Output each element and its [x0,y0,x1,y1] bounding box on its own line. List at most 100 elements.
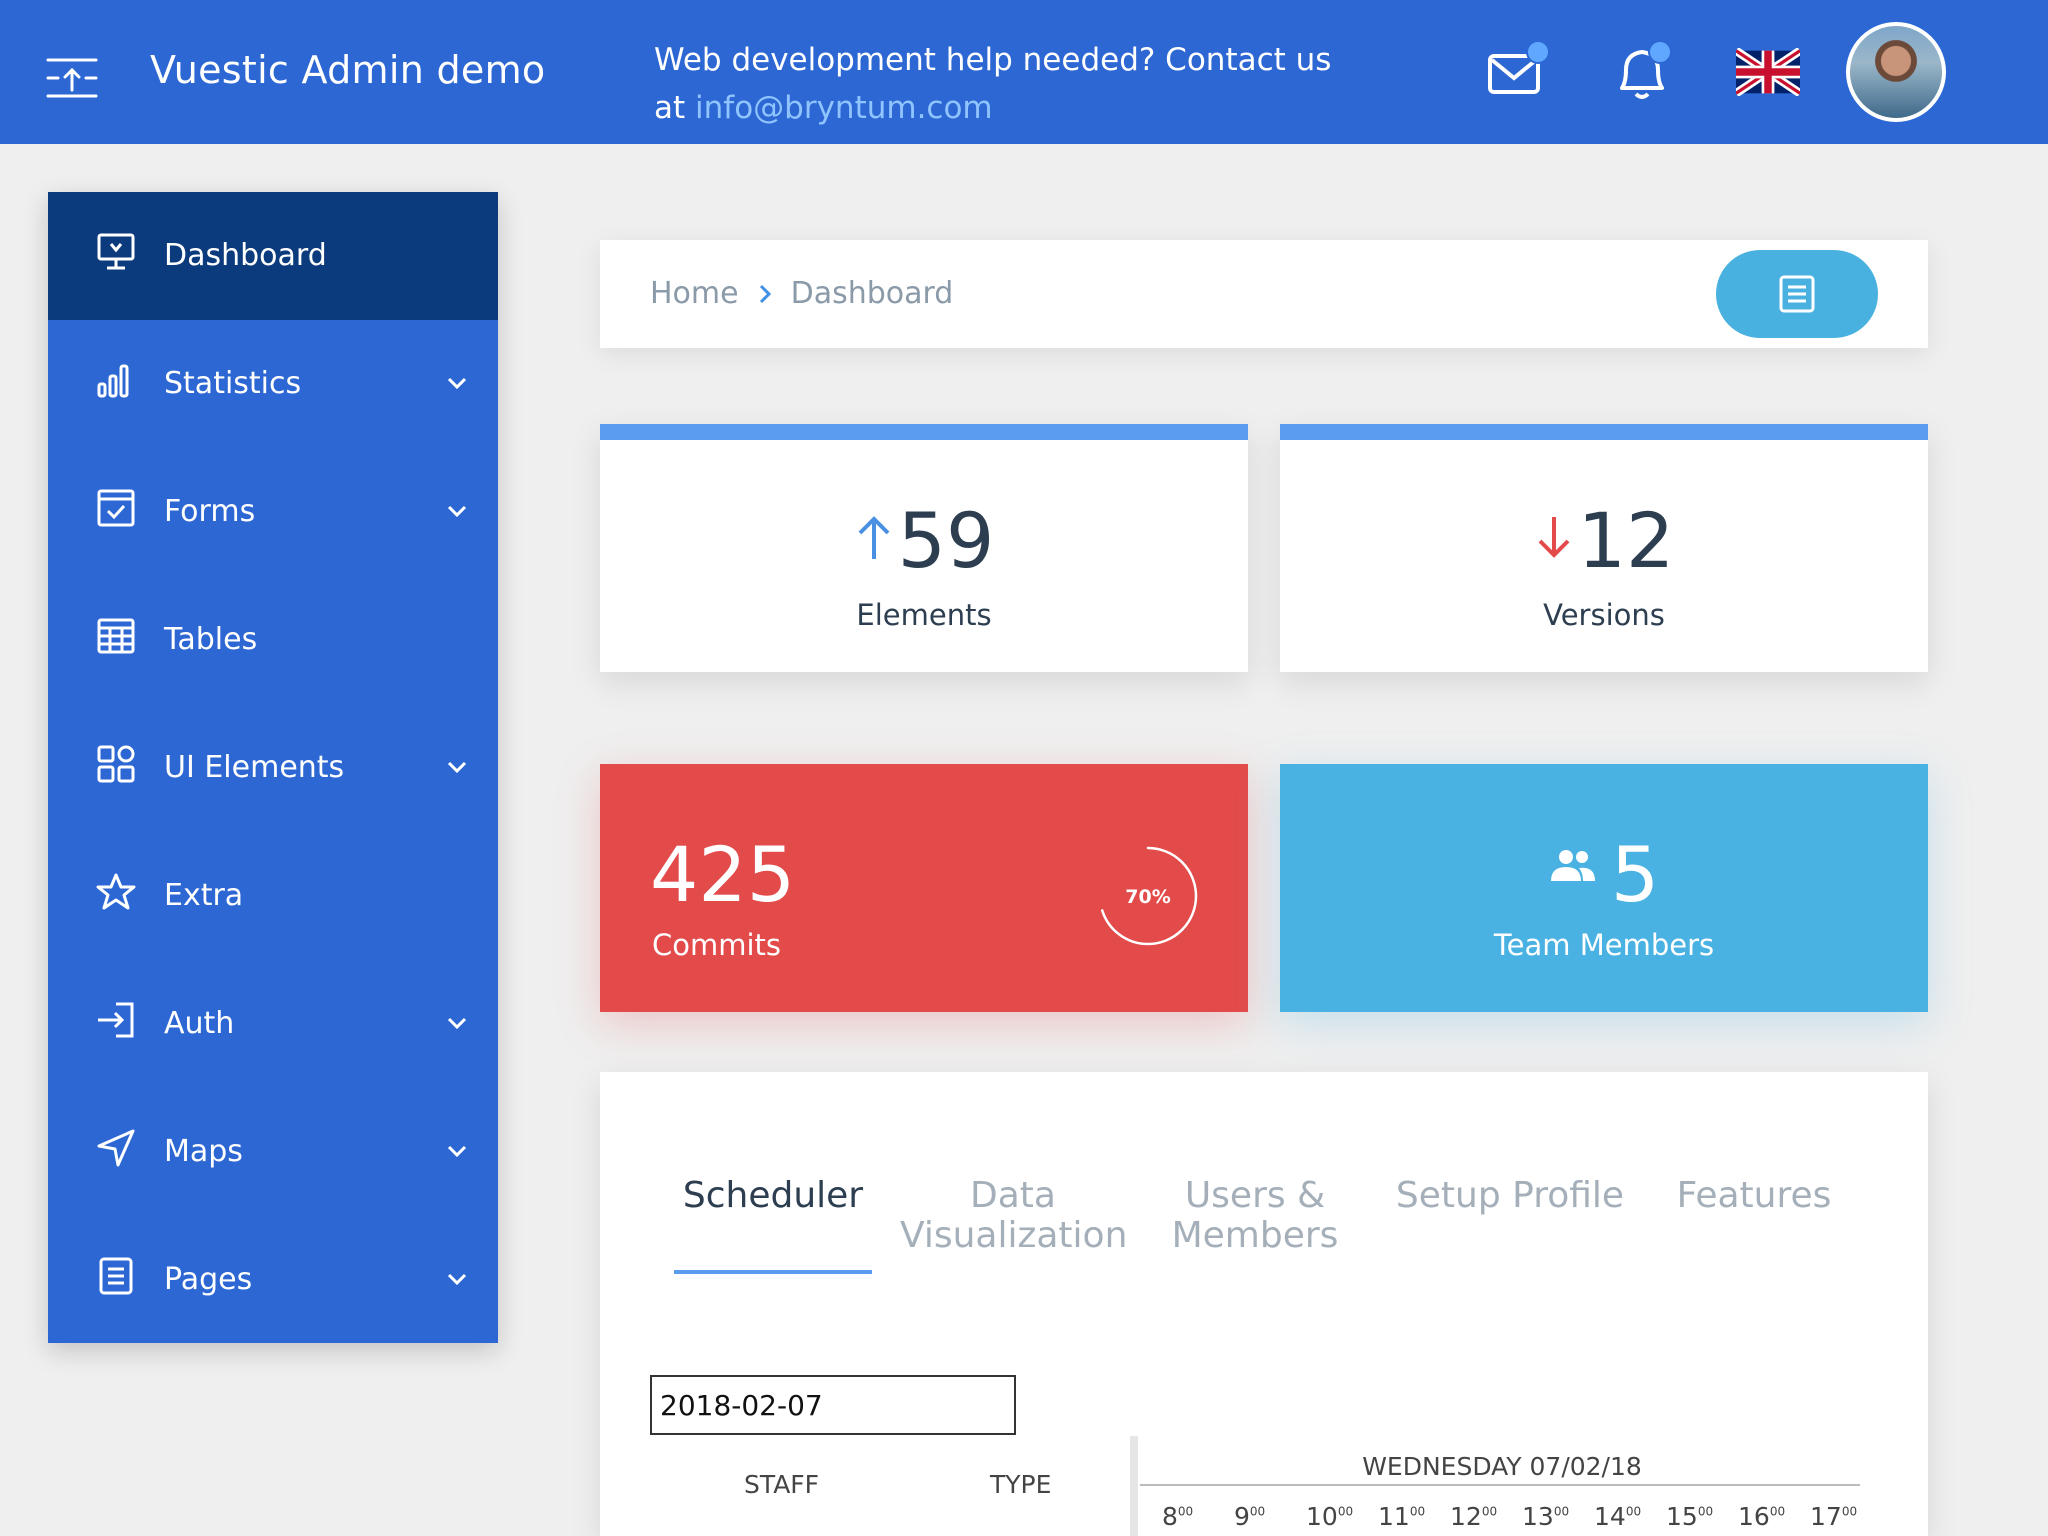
commits-progress-ring: 70% [1098,846,1198,946]
hour-number: 11 [1378,1502,1410,1531]
sidebar-item-label: Pages [164,1262,253,1297]
hour-number: 10 [1306,1502,1338,1531]
chevron-down-icon [447,1273,467,1286]
sidebar-item-tables[interactable]: Tables [48,576,498,704]
commits-label: Commits [652,928,782,962]
hour-header: 1700 [1810,1502,1857,1531]
hour-minutes: 00 [1337,1504,1354,1519]
breadcrumb-bar: Home Dashboard [600,240,1928,348]
hour-number: 16 [1738,1502,1770,1531]
elements-value: 59 [897,496,995,585]
hour-number: 15 [1666,1502,1698,1531]
chevron-down-icon [447,1145,467,1158]
scheduler-date-input[interactable] [650,1375,1016,1435]
hour-minutes: 00 [1841,1504,1858,1519]
help-message: Web development help needed? Contact us … [654,36,1331,132]
notifications-button[interactable] [1612,40,1672,100]
team-card: 5 Team Members [1280,764,1928,1012]
sidebar-item-pages[interactable]: Pages [48,1216,498,1344]
hour-minutes: 00 [1177,1504,1194,1519]
hour-minutes: 00 [1697,1504,1714,1519]
chevron-down-icon [447,1017,467,1030]
hour-number: 8 [1162,1502,1178,1531]
hour-header: 900 [1234,1502,1265,1531]
hour-number: 14 [1594,1502,1626,1531]
breadcrumb-home-link[interactable]: Home [650,276,739,311]
tab-scheduler[interactable]: Scheduler [660,1176,886,1216]
hour-header: 1100 [1378,1502,1425,1531]
hour-header: 1500 [1666,1502,1713,1531]
navigation-icon [97,1129,135,1167]
hour-minutes: 00 [1409,1504,1426,1519]
commits-card: 425 Commits 70% [600,764,1248,1012]
column-header-type[interactable]: TYPE [990,1470,1051,1499]
top-bar: Vuestic Admin demo Web development help … [0,0,2048,144]
uk-flag-icon[interactable] [1736,48,1800,96]
sidebar-item-label: UI Elements [164,750,345,785]
help-at: at [654,90,686,126]
sidebar: Dashboard Statistics Forms Tables UI Ele… [48,192,498,1343]
active-tab-indicator [674,1270,872,1274]
sidebar-item-ui-elements[interactable]: UI Elements [48,704,498,832]
people-icon [1550,850,1595,881]
table-icon [97,618,135,654]
chevron-down-icon [447,761,467,774]
sidebar-item-dashboard[interactable]: Dashboard [48,192,498,320]
hour-header: 1600 [1738,1502,1785,1531]
sidebar-item-statistics[interactable]: Statistics [48,320,498,448]
elements-card: 59 Elements [600,424,1248,672]
sidebar-item-label: Forms [164,494,256,529]
tab-features[interactable]: Features [1660,1176,1848,1216]
chevron-right-icon [759,284,771,303]
scheduler-day-header: WEDNESDAY 07/02/18 [1362,1452,1642,1481]
sidebar-item-extra[interactable]: Extra [48,832,498,960]
tab-data-visualization[interactable]: Data Visualization [900,1176,1127,1256]
hour-minutes: 00 [1769,1504,1786,1519]
sidebar-item-maps[interactable]: Maps [48,1088,498,1216]
chevron-down-icon [447,377,467,390]
scheduler-splitter[interactable] [1130,1436,1138,1536]
chevron-down-icon [447,505,467,518]
day-header-divider [1140,1484,1860,1486]
messages-button[interactable] [1486,40,1550,104]
help-email-link[interactable]: info@bryntum.com [695,90,993,126]
menu-toggle-icon[interactable] [46,56,98,100]
hour-header: 1200 [1450,1502,1497,1531]
versions-label: Versions [1543,598,1665,632]
notification-dot [1648,40,1672,64]
sidebar-item-label: Statistics [164,366,302,401]
sidebar-item-label: Tables [164,622,258,657]
help-text: Web development help needed? Contact us [654,42,1332,78]
team-value: 5 [1610,830,1660,919]
hour-minutes: 00 [1625,1504,1642,1519]
breadcrumb: Home Dashboard [650,276,953,311]
help-docs-button[interactable] [1716,250,1878,338]
grid-icon [97,745,135,783]
hour-minutes: 00 [1481,1504,1498,1519]
sidebar-item-label: Dashboard [164,238,327,273]
column-header-staff[interactable]: STAFF [744,1470,819,1499]
hour-number: 9 [1234,1502,1250,1531]
hour-header: 1000 [1306,1502,1353,1531]
hour-number: 13 [1522,1502,1554,1531]
app-brand[interactable]: Vuestic Admin demo [150,48,545,92]
document-icon [99,1257,133,1295]
tabs-panel: Scheduler Data Visualization Users & Mem… [600,1072,1928,1536]
versions-value: 12 [1577,496,1675,585]
tab-setup-profile[interactable]: Setup Profile [1392,1176,1628,1216]
hour-header: 1400 [1594,1502,1641,1531]
hour-header: 1300 [1522,1502,1569,1531]
commits-progress-label: 70% [1125,886,1170,908]
team-label: Team Members [1493,928,1715,962]
sidebar-item-forms[interactable]: Forms [48,448,498,576]
sidebar-item-auth[interactable]: Auth [48,960,498,1088]
versions-card: 12 Versions [1280,424,1928,672]
form-check-icon [97,489,135,527]
commits-value: 425 [650,830,796,919]
sidebar-item-label: Auth [164,1006,235,1041]
hour-minutes: 00 [1553,1504,1570,1519]
hour-number: 17 [1810,1502,1842,1531]
user-avatar[interactable] [1846,22,1946,122]
sidebar-item-label: Maps [164,1134,243,1169]
tab-users-members[interactable]: Users & Members [1160,1176,1350,1256]
